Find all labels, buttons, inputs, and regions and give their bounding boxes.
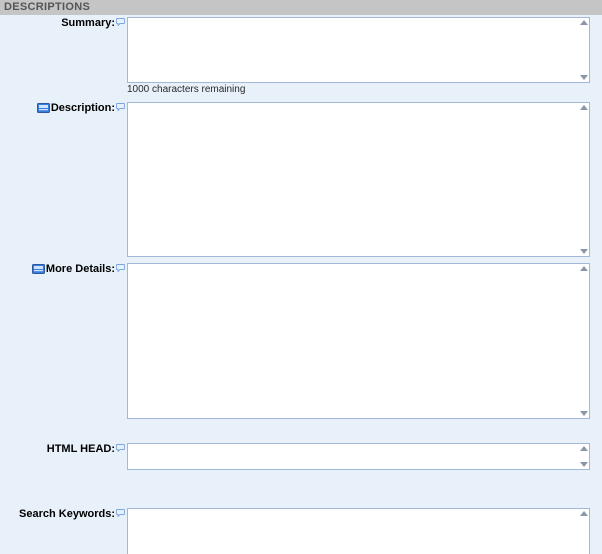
label-more-details: More Details:: [0, 263, 127, 275]
more-details-textarea[interactable]: [127, 263, 590, 419]
summary-counter: 1000 characters remaining: [127, 83, 596, 95]
field-summary: Summary: 1000 characters remaining: [0, 15, 602, 95]
label-search-keywords-text: Search Keywords:: [19, 508, 115, 520]
scroll-up-icon[interactable]: [580, 446, 588, 451]
label-search-keywords: Search Keywords:: [0, 508, 127, 520]
image-icon: [37, 103, 50, 113]
search-keywords-textarea[interactable]: [127, 508, 590, 554]
input-cell-html-head: [127, 443, 596, 470]
scrollbar: [579, 444, 589, 469]
label-description: Description:: [0, 102, 127, 114]
scrollbar: [579, 18, 589, 82]
field-html-head: HTML HEAD:: [0, 441, 602, 470]
scroll-down-icon[interactable]: [580, 75, 588, 80]
label-summary: Summary:: [0, 17, 127, 29]
label-html-head: HTML HEAD:: [0, 443, 127, 455]
scroll-down-icon[interactable]: [580, 411, 588, 416]
scroll-up-icon[interactable]: [580, 511, 588, 516]
label-description-text: Description:: [51, 102, 115, 114]
input-cell-more-details: [127, 263, 596, 419]
help-icon[interactable]: [116, 509, 125, 517]
label-more-details-text: More Details:: [46, 263, 115, 275]
section-title: DESCRIPTIONS: [4, 1, 90, 13]
input-cell-search-keywords: [127, 508, 596, 554]
scroll-down-icon[interactable]: [580, 462, 588, 467]
scroll-up-icon[interactable]: [580, 266, 588, 271]
field-search-keywords: Search Keywords:: [0, 506, 602, 554]
description-textarea[interactable]: [127, 102, 590, 257]
input-cell-description: [127, 102, 596, 257]
scroll-up-icon[interactable]: [580, 105, 588, 110]
field-more-details: More Details:: [0, 261, 602, 419]
search-keywords-input[interactable]: [128, 509, 577, 554]
input-cell-summary: 1000 characters remaining: [127, 17, 596, 95]
descriptions-panel: DESCRIPTIONS Summary: 1000 characters re…: [0, 0, 602, 554]
help-icon[interactable]: [116, 264, 125, 272]
field-description: Description:: [0, 100, 602, 257]
summary-input[interactable]: [128, 18, 577, 82]
label-html-head-text: HTML HEAD:: [47, 443, 115, 455]
image-icon: [32, 264, 45, 274]
summary-textarea[interactable]: [127, 17, 590, 83]
scrollbar: [579, 264, 589, 418]
description-input[interactable]: [128, 103, 577, 256]
help-icon[interactable]: [116, 18, 125, 26]
scrollbar: [579, 103, 589, 256]
label-summary-text: Summary:: [61, 17, 115, 29]
help-icon[interactable]: [116, 103, 125, 111]
more-details-input[interactable]: [128, 264, 577, 418]
scroll-up-icon[interactable]: [580, 20, 588, 25]
html-head-input[interactable]: [128, 444, 577, 469]
html-head-textarea[interactable]: [127, 443, 590, 470]
scrollbar: [579, 509, 589, 554]
scroll-down-icon[interactable]: [580, 249, 588, 254]
help-icon[interactable]: [116, 444, 125, 452]
section-header: DESCRIPTIONS: [0, 0, 602, 15]
